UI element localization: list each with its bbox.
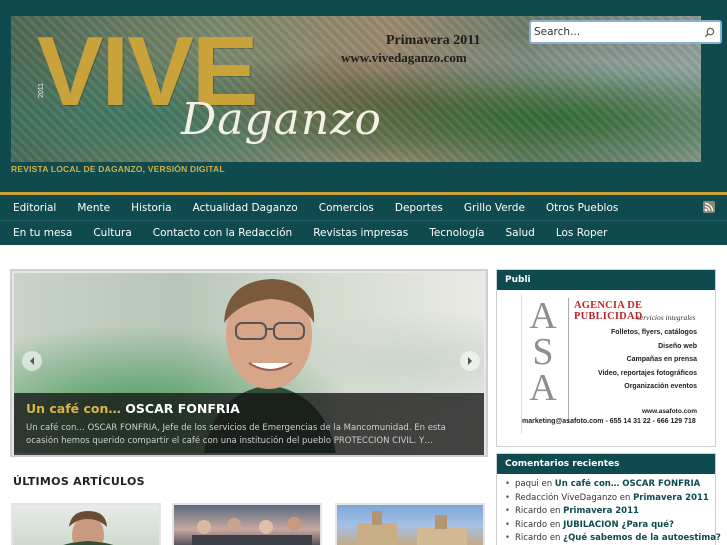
comment-author: Ricardo [515,519,548,530]
ad-service: Video, reportajes fotográficos [597,369,697,377]
nav-item-actualidad[interactable]: Actualidad Daganzo [180,202,306,214]
ad-banner[interactable]: A S A AGENCIA DE PUBLICIDAD servicios in… [521,294,701,434]
nav-item-en-tu-mesa[interactable]: En tu mesa [0,227,80,239]
ad-divider [568,298,569,423]
article-thumbnail[interactable] [172,503,322,545]
nav-item-comercios[interactable]: Comercios [306,202,382,214]
comment-post-link[interactable]: JUBILACION ¿Para qué? [563,520,674,530]
comment-author: Redacción ViveDaganzo [515,492,618,503]
slide-title-name: OSCAR FONFRIA [125,401,240,416]
ad-logo-letter: A [529,367,557,409]
ad-service: Diseño web [658,342,697,350]
nav-item-otros-pueblos[interactable]: Otros Pueblos [533,202,626,214]
recent-comments-widget: Comentarios recientes paqui en Un café c… [496,453,721,545]
ad-contact: marketing@asafoto.com - 655 14 31 22 - 6… [522,418,696,425]
ad-logo-letter: S [532,331,554,373]
slide-caption: Un café con… OSCAR FONFRIA Un café con… … [14,393,484,455]
nav-item-los-roper[interactable]: Los Roper [543,227,616,239]
nav-item-historia[interactable]: Historia [118,202,180,214]
nav-item-mente[interactable]: Mente [64,202,118,214]
comment-author: Ricardo [515,506,548,516]
comment-sep: en [549,533,561,543]
latest-articles-heading: ÚLTIMOS ARTÍCULOS [13,475,145,488]
comment-author: paqui [515,479,539,489]
nav-item-salud[interactable]: Salud [493,227,543,239]
slide-excerpt: Un café con… OSCAR FONFRIA, Jefe de los … [26,423,446,446]
rss-icon[interactable] [703,201,715,213]
nav-item-editorial[interactable]: Editorial [0,202,64,214]
search-input[interactable] [534,24,699,40]
ad-service: Folletos, flyers, catálogos [611,329,697,336]
site-header: VIVE Daganzo Primavera 2011 www.vivedaga… [0,0,727,195]
comment-post-link[interactable]: Primavera 2011 [633,493,709,503]
search-box [529,20,722,44]
comment-post-link[interactable]: Primavera 2011 [563,506,639,516]
nav-row-secondary: En tu mesa Cultura Contacto con la Redac… [0,220,727,245]
comment-item: Ricardo en Primavera 2011 [505,505,715,519]
main-content: Un café con… OSCAR FONFRIA Un café con… … [0,245,727,545]
comment-item: Ricardo en JUBILACION ¿Para qué? [505,519,715,533]
main-navigation: Editorial Mente Historia Actualidad Daga… [0,195,727,245]
ad-service: Campañas en prensa [626,356,697,363]
nav-item-tecnologia[interactable]: Tecnología [416,227,492,239]
comment-sep: en [549,519,561,530]
slide-title[interactable]: Un café con… OSCAR FONFRIA [26,401,240,416]
comment-post-link[interactable]: ¿Qué sabemos de la autoestima? [563,533,721,543]
comment-post-link[interactable]: Un café con… OSCAR FONFRIA [555,479,700,489]
slide-title-prefix: Un café con… [26,401,121,416]
nav-item-revistas[interactable]: Revistas impresas [300,227,416,239]
ad-service: Organización eventos [624,383,697,390]
ad-logo-letter: A [529,295,557,337]
site-tagline: REVISTA LOCAL DE DAGANZO, VERSIÓN DIGITA… [11,164,225,174]
article-thumbnail[interactable] [11,503,161,545]
recent-comments-list: paqui en Un café con… OSCAR FONFRIA Reda… [497,474,721,545]
chevron-left-icon[interactable] [22,351,42,371]
comment-item: paqui en Un café con… OSCAR FONFRIA [505,478,715,492]
nav-item-cultura[interactable]: Cultura [80,227,139,239]
logo-daganzo: Daganzo [181,94,382,145]
nav-item-grillo-verde[interactable]: Grillo Verde [451,202,533,214]
ad-website: www.asafoto.com [641,408,697,415]
comment-author: Ricardo [515,533,548,543]
featured-slider: Un café con… OSCAR FONFRIA Un café con… … [10,269,488,457]
recent-comments-title: Comentarios recientes [497,454,715,474]
comment-item: Redacción ViveDaganzo en Primavera 2011 [505,492,715,506]
site-url: www.vivedaganzo.com [341,50,467,65]
search-icon[interactable] [701,24,717,40]
ad-logo-letters: A S A [526,295,560,409]
ad-subtitle: servicios integrales [637,313,696,322]
chevron-right-icon[interactable] [460,351,480,371]
comment-sep: en [541,479,553,489]
ad-widget: Publi A S A AGENCIA DE PUBLICIDAD servic… [496,269,716,447]
issue-label: Primavera 2011 [386,33,481,48]
comment-sep: en [619,492,631,503]
nav-row-primary: Editorial Mente Historia Actualidad Daga… [0,195,727,220]
comment-item: Ricardo en ¿Qué sabemos de la autoestima… [505,532,721,545]
ad-widget-title: Publi [497,270,715,290]
nav-item-deportes[interactable]: Deportes [382,202,451,214]
nav-item-contacto[interactable]: Contacto con la Redacción [140,227,300,239]
article-thumbnail[interactable] [335,503,485,545]
ad-services-list: Folletos, flyers, catálogos Diseño web C… [598,326,697,394]
year-vertical: 2011 [38,82,45,98]
comment-sep: en [549,506,561,516]
